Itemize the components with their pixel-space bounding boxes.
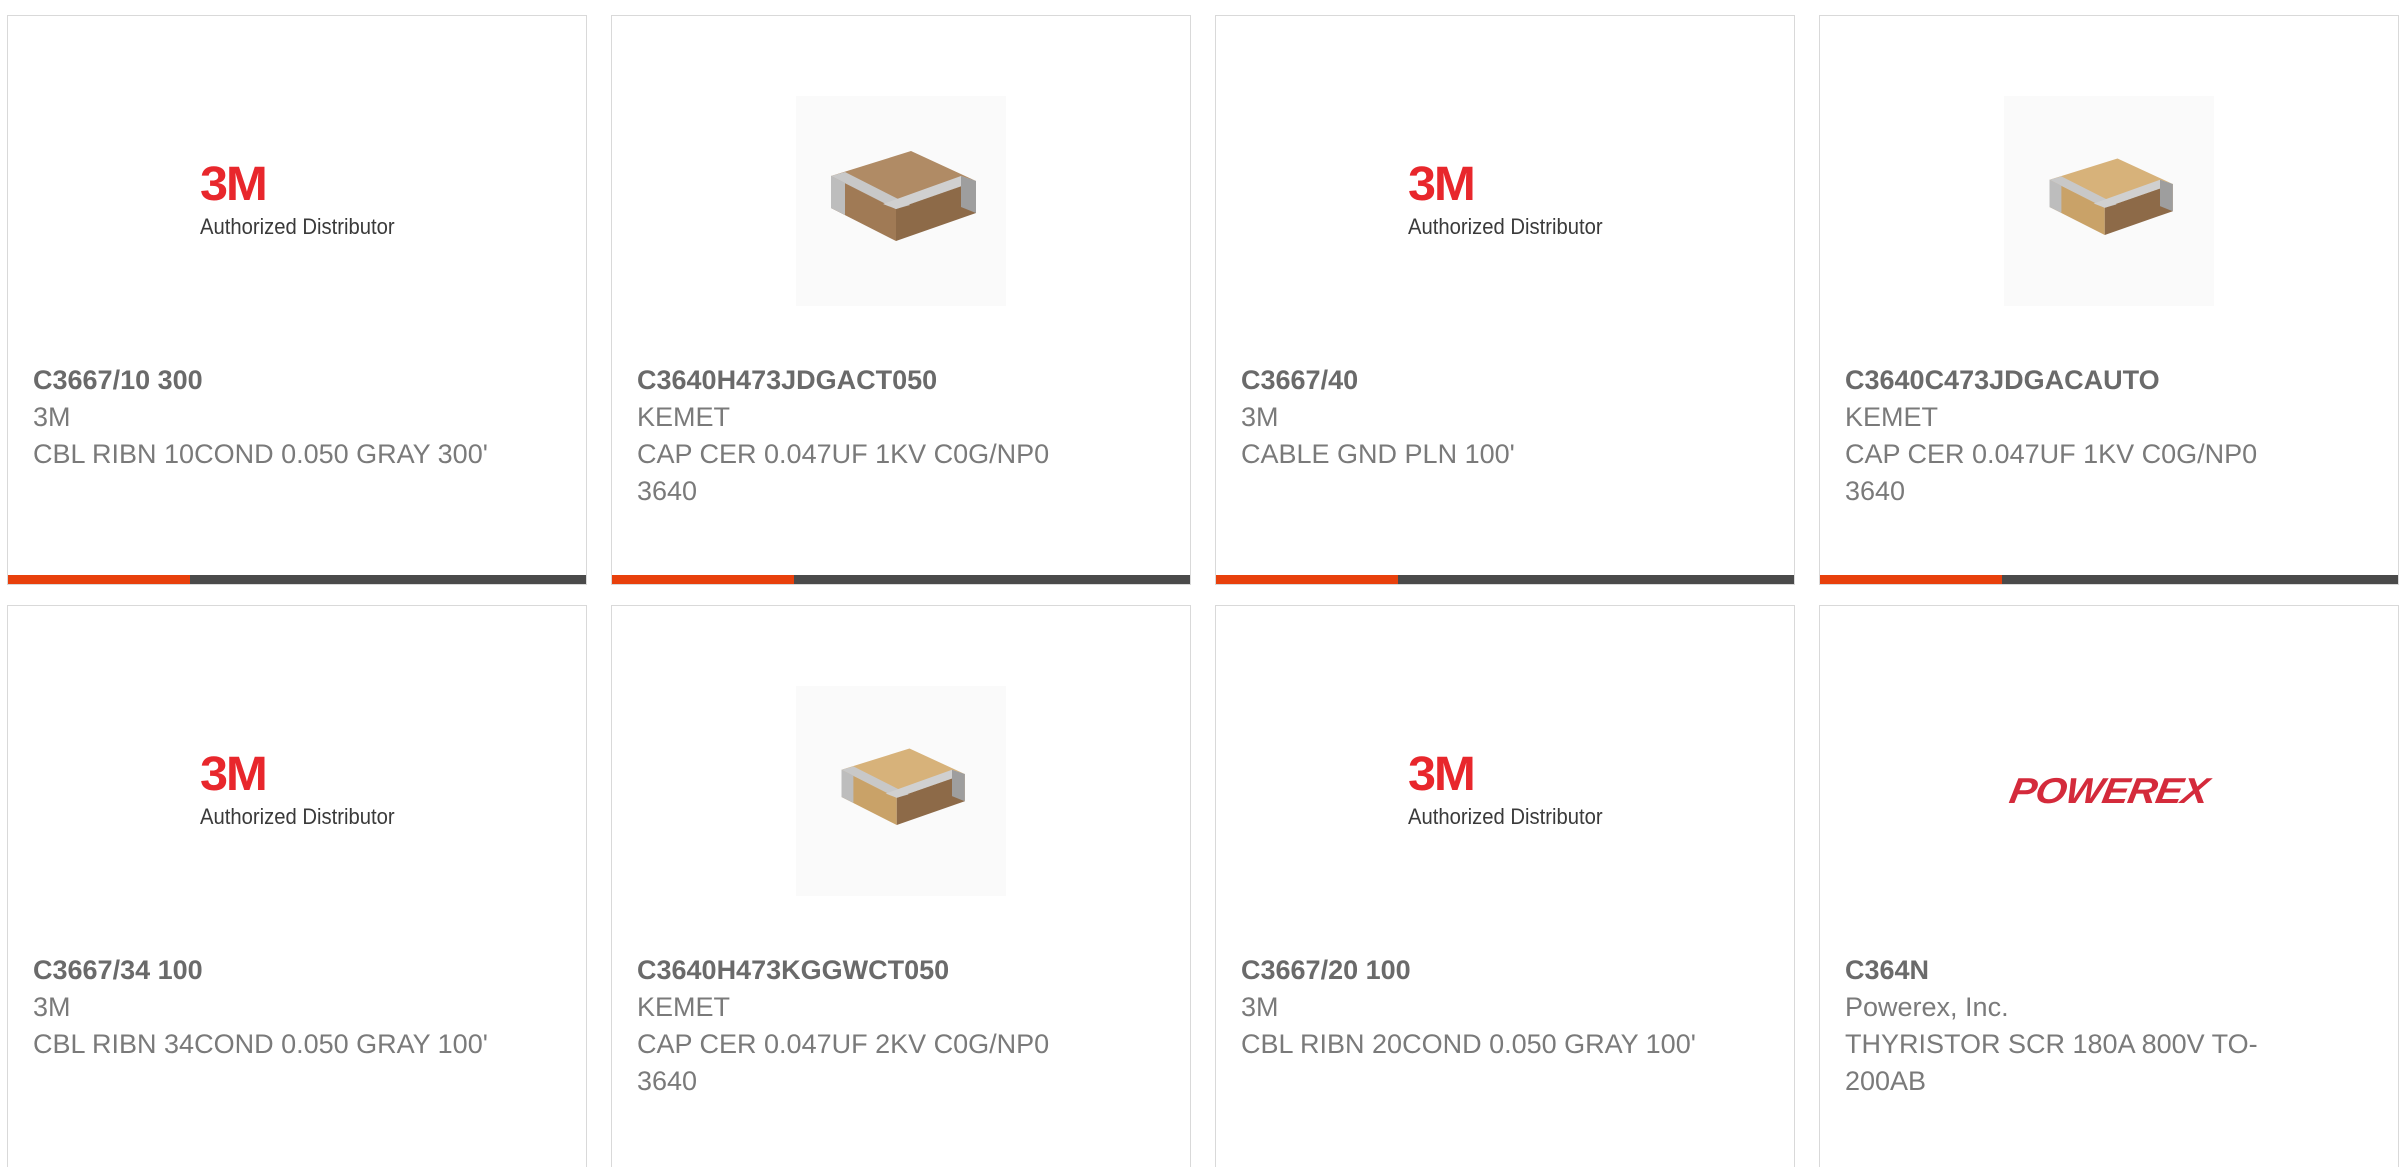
card-bottom-bar [1820,575,2398,584]
description: CABLE GND PLN 100' [1241,439,1515,469]
description: CBL RIBN 10COND 0.050 GRAY 300' [33,439,488,469]
manufacturer: 3M [1241,402,1279,432]
logo-tagline: Authorized Distributor [200,214,395,239]
card-bottom-bar [612,575,1190,584]
part-number[interactable]: C3667/10 300 [33,362,566,399]
description: CAP CER 0.047UF 2KV C0G/NP0 3640 [637,1029,1050,1096]
card-bottom-bar [1216,575,1794,584]
manufacturer: KEMET [637,402,731,432]
capacitor-image [796,686,1006,896]
product-info: C3667/34 100 3M CBL RIBN 34COND 0.050 GRAY… [33,952,566,1063]
3m-logo: 3M Authorized Distributor [1400,151,1610,251]
product-card[interactable]: 3M Authorized Distributor C3667/40 3M CABLE … [1215,15,1795,585]
capacitor-image [2004,96,2214,306]
manufacturer: KEMET [637,992,731,1022]
product-info: C3640C473JDGACAUTO KEMET CAP CER 0.047UF 1… [1845,362,2378,510]
part-number[interactable]: C364N [1845,952,2378,989]
product-card[interactable]: 3M Authorized Distributor C3667/10 300 3M CB… [7,15,587,585]
card-accent-bar [1216,575,1398,584]
product-image[interactable] [612,666,1190,916]
product-image[interactable] [1820,76,2398,326]
product-image[interactable]: POWEREX [1820,666,2398,916]
logo-mark: 3M [1408,748,1476,801]
capacitor-image [796,96,1006,306]
logo-mark: 3M [1408,158,1476,211]
part-number[interactable]: C3640C473JDGACAUTO [1845,362,2378,399]
card-accent-bar [612,575,794,584]
product-info: C3667/10 300 3M CBL RIBN 10COND 0.050 GRAY… [33,362,566,473]
product-info: C3667/20 100 3M CBL RIBN 20COND 0.050 GRAY… [1241,952,1774,1063]
part-number[interactable]: C3640H473JDGACT050 [637,362,1170,399]
description: CBL RIBN 20COND 0.050 GRAY 100' [1241,1029,1696,1059]
product-card[interactable]: C3640C473JDGACAUTO KEMET CAP CER 0.047UF 1… [1819,15,2399,585]
card-accent-bar [1820,575,2002,584]
3m-logo: 3M Authorized Distributor [1400,741,1610,841]
product-card[interactable]: C3640H473KGGWCT050 KEMET CAP CER 0.047UF 2… [611,605,1191,1167]
logo-tagline: Authorized Distributor [200,804,395,829]
product-info: C3640H473JDGACT050 KEMET CAP CER 0.047UF 1… [637,362,1170,510]
manufacturer: 3M [1241,992,1279,1022]
logo-tagline: Authorized Distributor [1408,214,1603,239]
manufacturer: KEMET [1845,402,1939,432]
logo-tagline: Authorized Distributor [1408,804,1603,829]
description: CAP CER 0.047UF 1KV C0G/NP0 3640 [637,439,1050,506]
part-number[interactable]: C3667/20 100 [1241,952,1774,989]
part-number[interactable]: C3667/34 100 [33,952,566,989]
manufacturer: 3M [33,402,71,432]
product-card[interactable]: POWEREX C364N Powerex, Inc. THYRISTOR SCR 1… [1819,605,2399,1167]
product-image[interactable]: 3M Authorized Distributor [1216,666,1794,916]
product-card[interactable]: 3M Authorized Distributor C3667/20 100 3M CB… [1215,605,1795,1167]
3m-logo: 3M Authorized Distributor [192,151,402,251]
manufacturer: 3M [33,992,71,1022]
logo-mark: 3M [200,158,268,211]
logo-mark: 3M [200,748,268,801]
product-grid: 3M Authorized Distributor C3667/10 300 3M CB… [0,0,2400,1167]
description: THYRISTOR SCR 180A 800V TO-200AB [1845,1029,2258,1096]
part-number[interactable]: C3667/40 [1241,362,1774,399]
powerex-logo: POWEREX [2006,770,2212,811]
product-image[interactable]: 3M Authorized Distributor [8,666,586,916]
manufacturer: Powerex, Inc. [1845,992,2009,1022]
description: CAP CER 0.047UF 1KV C0G/NP0 3640 [1845,439,2258,506]
product-image[interactable]: 3M Authorized Distributor [8,76,586,326]
card-accent-bar [8,575,190,584]
product-image[interactable] [612,76,1190,326]
product-info: C3640H473KGGWCT050 KEMET CAP CER 0.047UF 2… [637,952,1170,1100]
product-info: C364N Powerex, Inc. THYRISTOR SCR 180A 800… [1845,952,2378,1100]
description: CBL RIBN 34COND 0.050 GRAY 100' [33,1029,488,1059]
product-card[interactable]: 3M Authorized Distributor C3667/34 100 3M CB… [7,605,587,1167]
part-number[interactable]: C3640H473KGGWCT050 [637,952,1170,989]
product-card[interactable]: C3640H473JDGACT050 KEMET CAP CER 0.047UF 1… [611,15,1191,585]
product-info: C3667/40 3M CABLE GND PLN 100' [1241,362,1774,473]
3m-logo: 3M Authorized Distributor [192,741,402,841]
product-image[interactable]: 3M Authorized Distributor [1216,76,1794,326]
card-bottom-bar [8,575,586,584]
